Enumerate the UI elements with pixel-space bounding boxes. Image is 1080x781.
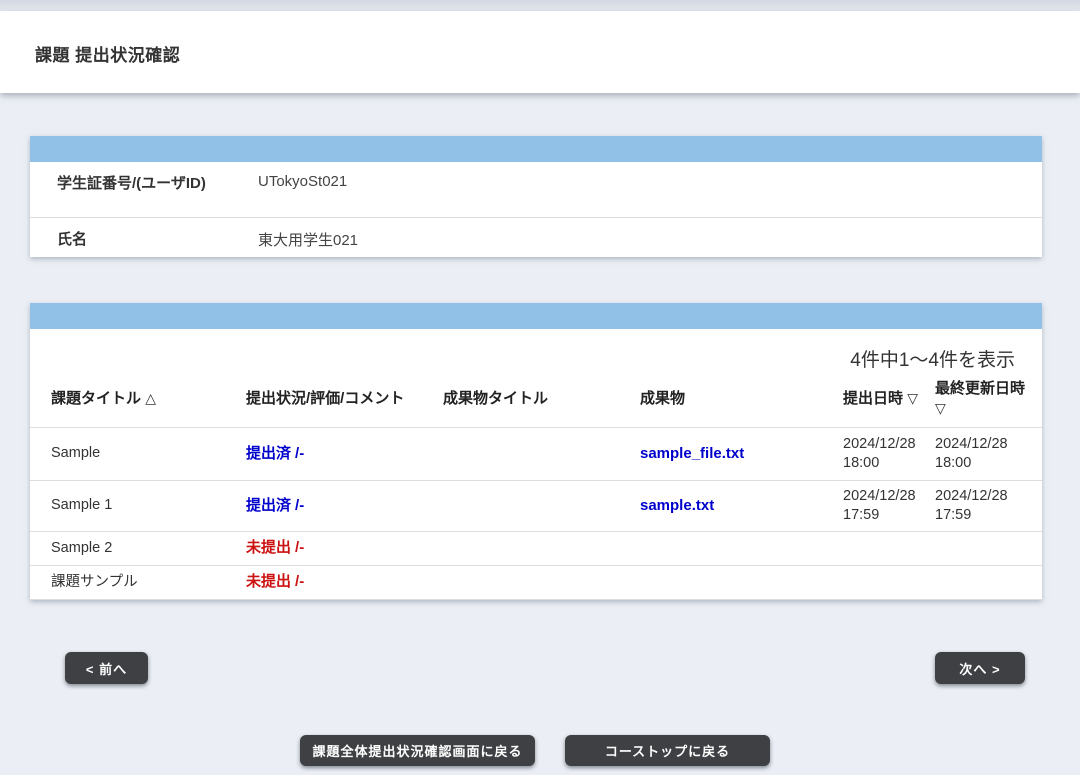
artifact-cell [640,531,843,565]
submitted-at: 2024/12/28 18:00 [843,427,935,480]
submissions-panel: 4件中1〜4件を表示 課題タイトル △ 提出状況/評価/コメント 成果物タイトル… [30,303,1042,600]
back-to-course-top-button[interactable]: コーストップに戻る [565,735,770,766]
submitted-at [843,565,935,599]
artifact-cell: sample_file.txt [640,427,843,480]
table-row: Sample 1 提出済 /- sample.txt 2024/12/28 17… [30,480,1042,531]
evaluation-comment: /- [295,445,304,462]
column-header-submitted-at: 提出日時 ▽ [843,371,935,427]
page-header: 課題 提出状況確認 [0,11,1080,93]
submitted-at [843,531,935,565]
next-page-button[interactable]: 次へ > [935,652,1025,684]
window-top-strip [0,0,1080,11]
updated-at [935,531,1042,565]
column-header-artifact: 成果物 [640,371,843,427]
artifact-title [443,531,640,565]
sort-descending-icon[interactable]: ▽ [935,400,946,416]
submission-status-cell: 提出済 /- [246,427,443,480]
submission-status-cell: 未提出 /- [246,531,443,565]
student-info-panel: 学生証番号/(ユーザID) UTokyoSt021 氏名 東大用学生021 [30,136,1042,257]
table-header-row: 課題タイトル △ 提出状況/評価/コメント 成果物タイトル 成果物 提出日時 ▽ [30,371,1042,427]
student-id-value: UTokyoSt021 [230,162,1042,217]
student-id-row: 学生証番号/(ユーザID) UTokyoSt021 [30,162,1042,218]
column-header-updated-at: 最終更新日時 ▽ [935,371,1042,427]
artifact-file-link[interactable]: sample.txt [640,497,714,514]
prev-page-button[interactable]: < 前へ [65,652,148,684]
artifact-title [443,427,640,480]
submission-status-link[interactable]: 提出済 [246,445,291,462]
student-info-header-bar [30,136,1042,162]
column-header-assignment-title: 課題タイトル △ [30,371,246,427]
artifact-file-link[interactable]: sample_file.txt [640,445,744,462]
student-id-label: 学生証番号/(ユーザID) [30,162,230,217]
submission-status-link[interactable]: 提出済 [246,497,291,514]
submitted-at: 2024/12/28 17:59 [843,480,935,531]
submissions-table: 課題タイトル △ 提出状況/評価/コメント 成果物タイトル 成果物 提出日時 ▽ [30,371,1042,600]
sort-descending-icon[interactable]: ▽ [907,390,918,406]
page-title: 課題 提出状況確認 [35,41,180,66]
artifact-cell [640,565,843,599]
submission-status-cell: 提出済 /- [246,480,443,531]
artifact-cell: sample.txt [640,480,843,531]
student-name-label: 氏名 [30,218,230,257]
table-row: Sample 2 未提出 /- [30,531,1042,565]
column-header-status: 提出状況/評価/コメント [246,371,443,427]
back-to-overview-button[interactable]: 課題全体提出状況確認画面に戻る [300,735,535,766]
updated-at: 2024/12/28 18:00 [935,427,1042,480]
evaluation-comment: /- [295,573,304,590]
assignment-title: 課題サンプル [30,565,246,599]
assignment-title: Sample 1 [30,480,246,531]
submission-status-cell: 未提出 /- [246,565,443,599]
assignment-title: Sample [30,427,246,480]
student-name-value: 東大用学生021 [230,218,1042,257]
updated-at: 2024/12/28 17:59 [935,480,1042,531]
result-count-text: 4件中1〜4件を表示 [30,329,1042,371]
footer-edge-strip [0,775,1080,781]
submissions-header-bar [30,303,1042,329]
artifact-title [443,565,640,599]
evaluation-comment: /- [295,497,304,514]
artifact-title [443,480,640,531]
table-row: 課題サンプル 未提出 /- [30,565,1042,599]
submission-status-link[interactable]: 未提出 [246,539,291,556]
student-name-row: 氏名 東大用学生021 [30,218,1042,257]
table-row: Sample 提出済 /- sample_file.txt 2024/12/28… [30,427,1042,480]
sort-ascending-icon[interactable]: △ [145,390,156,406]
updated-at [935,565,1042,599]
column-header-artifact-title: 成果物タイトル [443,371,640,427]
submission-status-link[interactable]: 未提出 [246,573,291,590]
evaluation-comment: /- [295,539,304,556]
assignment-title: Sample 2 [30,531,246,565]
